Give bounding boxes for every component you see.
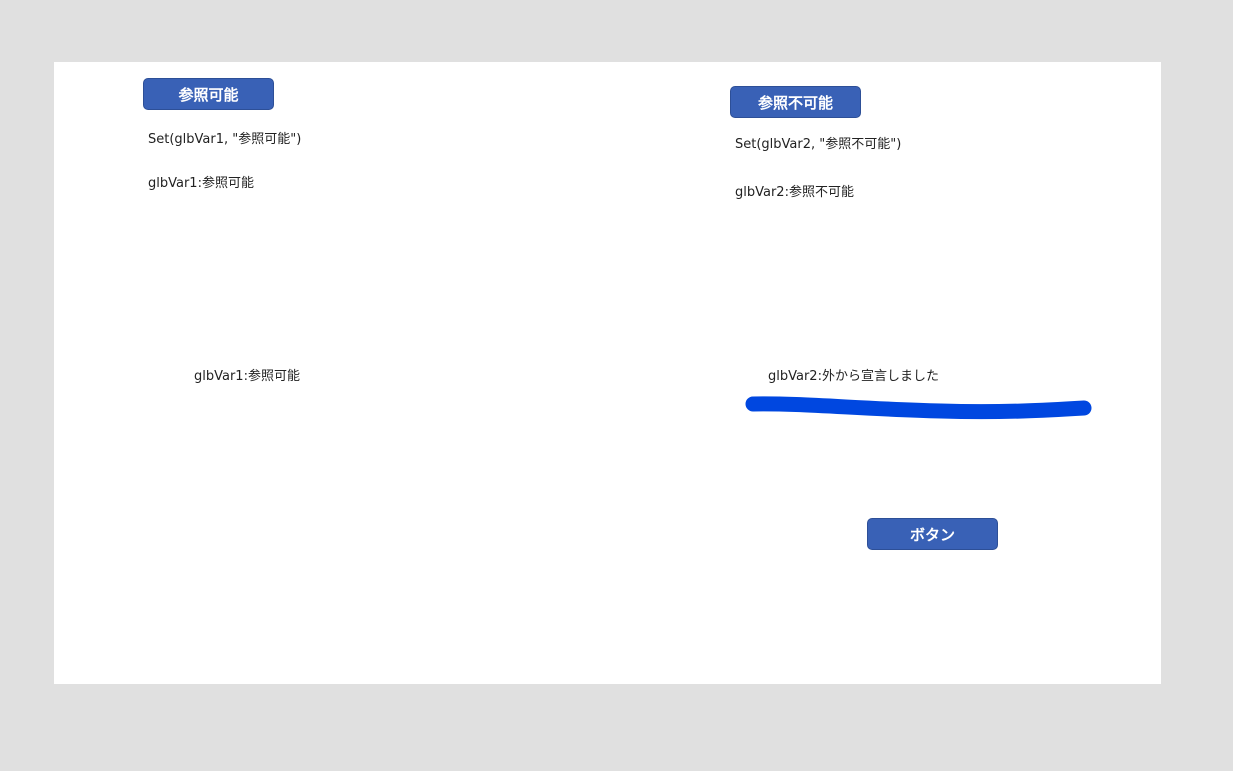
- referenceable-button[interactable]: 参照可能: [143, 78, 274, 110]
- glbvar2-value-label: glbVar2:参照不可能: [735, 185, 854, 200]
- not-referenceable-button[interactable]: 参照不可能: [730, 86, 861, 118]
- set-glbvar1-label: Set(glbVar1, "参照可能"): [148, 132, 302, 147]
- glbvar2-lower-label: glbVar2:外から宣言しました: [768, 369, 939, 384]
- glbvar1-lower-label: glbVar1:参照可能: [194, 369, 300, 384]
- set-glbvar2-label: Set(glbVar2, "参照不可能"): [735, 137, 902, 152]
- bottom-button[interactable]: ボタン: [867, 518, 998, 550]
- pen-underline-annotation: [745, 396, 1092, 420]
- glbvar1-value-label: glbVar1:参照可能: [148, 176, 254, 191]
